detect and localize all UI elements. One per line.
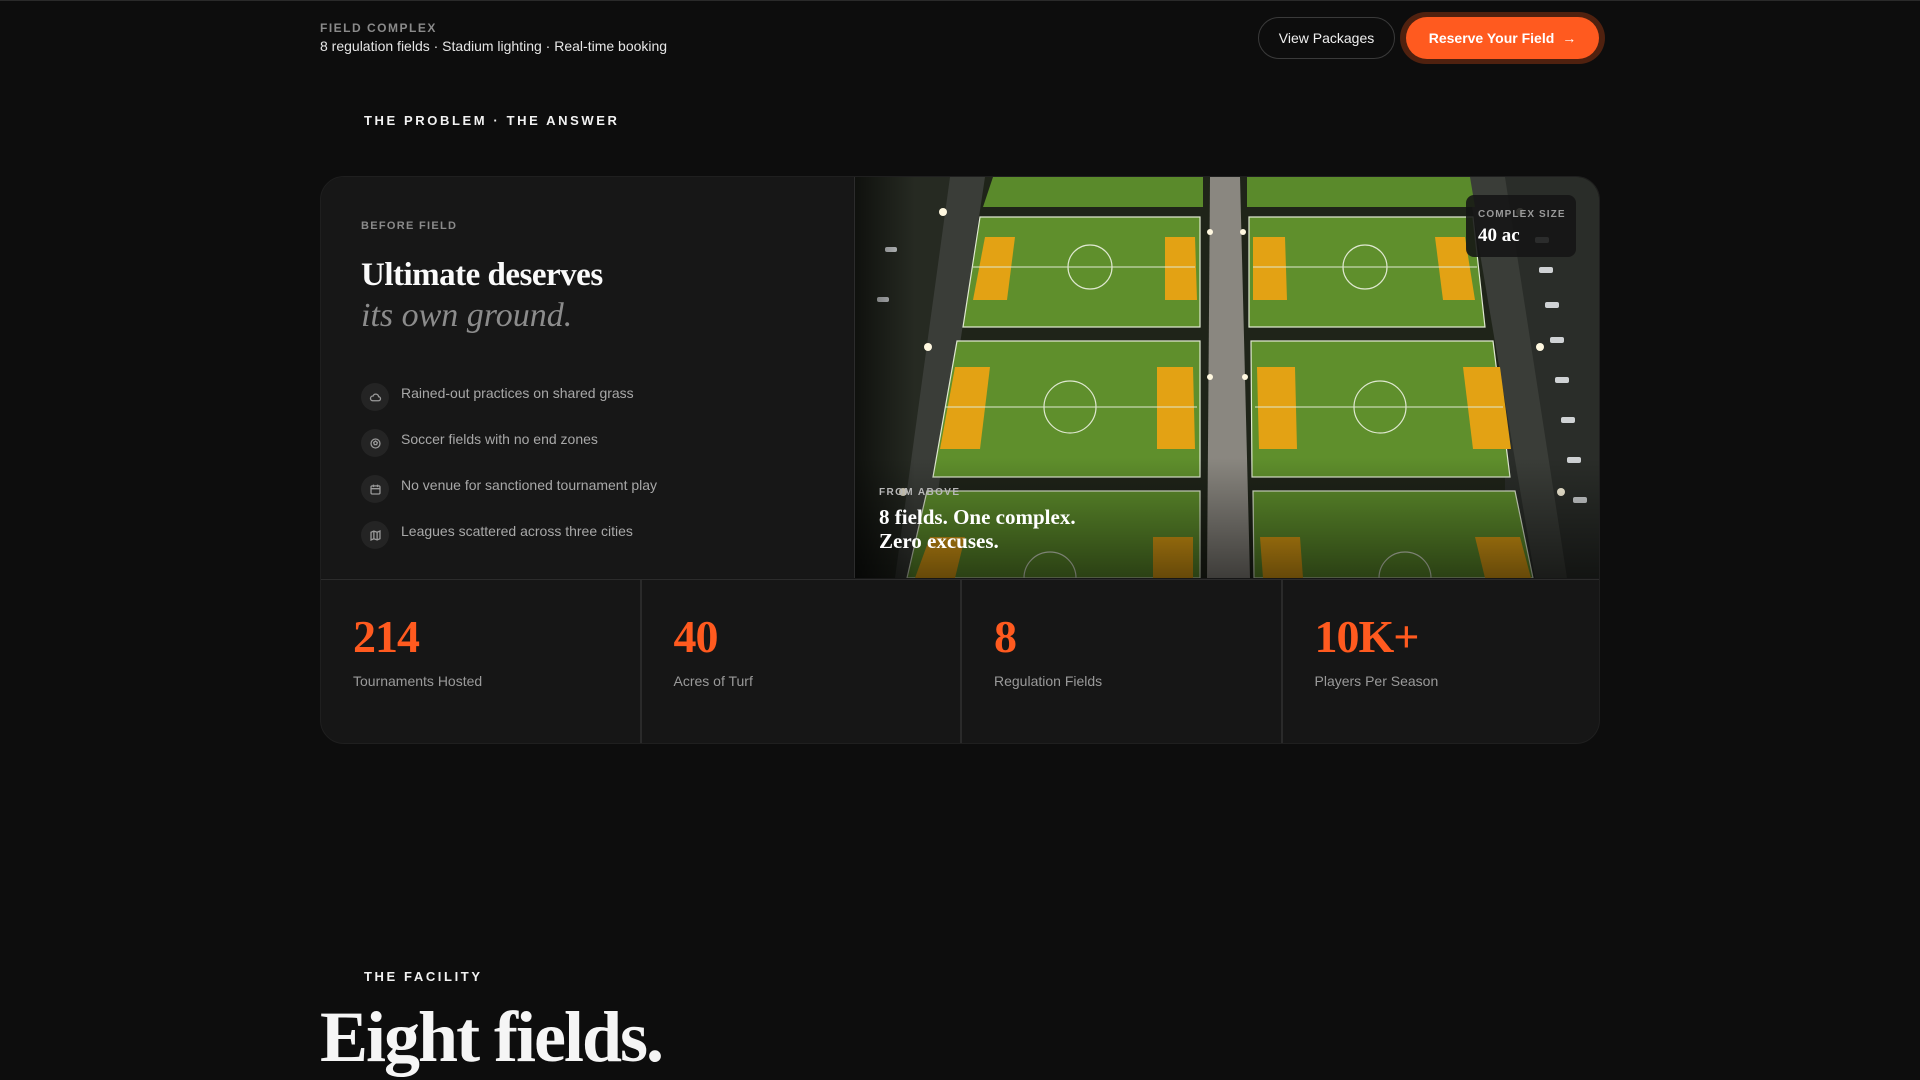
reserve-field-button[interactable]: Reserve Your Field → <box>1406 17 1599 59</box>
arrow-right-icon: → <box>1562 30 1577 46</box>
before-panel: BEFORE FIELD Ultimate deserves its own g… <box>321 177 853 578</box>
stat-value: 10K+ <box>1314 611 1420 662</box>
stat-players: 10K+ Players Per Season <box>1283 580 1600 743</box>
photo-caption-label: FROM ABOVE <box>879 487 961 498</box>
header-eyebrow: FIELD COMPLEX <box>320 21 437 35</box>
map-icon <box>361 521 389 549</box>
aerial-photo: COMPLEX SIZE 40 ac FROM ABOVE 8 fields. … <box>854 177 1599 578</box>
header-subtitle: 8 regulation fields · Stadium lighting ·… <box>320 38 668 54</box>
pain-point-list: Rained-out practices on shared grass Soc… <box>361 370 657 554</box>
pain-point-text: Soccer fields with no end zones <box>401 431 598 447</box>
stat-label: Tournaments Hosted <box>353 673 483 689</box>
problem-section-eyebrow: THE PROBLEM · THE ANSWER <box>364 113 620 128</box>
stat-value: 214 <box>353 611 420 662</box>
pain-point-text: Rained-out practices on shared grass <box>401 385 634 401</box>
view-packages-button[interactable]: View Packages <box>1258 17 1395 59</box>
stat-label: Players Per Season <box>1314 673 1439 689</box>
facility-title: Eight fields. <box>320 997 664 1077</box>
photo-caption-title: 8 fields. One complex. Zero excuses. <box>879 505 1179 553</box>
stat-fields: 8 Regulation Fields <box>962 580 1283 743</box>
stat-acres: 40 Acres of Turf <box>642 580 962 743</box>
stat-value: 40 <box>673 611 719 662</box>
badge-label: COMPLEX SIZE <box>1478 209 1566 220</box>
complex-size-badge: COMPLEX SIZE 40 ac <box>1466 195 1576 257</box>
stat-value: 8 <box>994 611 1017 662</box>
stat-tournaments: 214 Tournaments Hosted <box>321 580 642 743</box>
stat-label: Regulation Fields <box>994 673 1103 689</box>
problem-title: Ultimate deserves <box>361 257 603 293</box>
list-item: Leagues scattered across three cities <box>361 508 657 554</box>
list-item: Soccer fields with no end zones <box>361 416 657 462</box>
caption-line-1: 8 fields. One complex. <box>879 505 1076 529</box>
badge-value: 40 ac <box>1478 225 1520 246</box>
before-label: BEFORE FIELD <box>361 220 458 232</box>
caption-line-2: Zero excuses. <box>879 529 999 553</box>
list-item: No venue for sanctioned tournament play <box>361 462 657 508</box>
soccer-ball-icon <box>361 429 389 457</box>
list-item: Rained-out practices on shared grass <box>361 370 657 416</box>
top-border <box>0 0 1920 1</box>
pain-point-text: No venue for sanctioned tournament play <box>401 477 658 493</box>
reserve-button-label: Reserve Your Field <box>1428 30 1555 46</box>
stat-label: Acres of Turf <box>673 673 753 689</box>
calendar-icon <box>361 475 389 503</box>
pain-point-text: Leagues scattered across three cities <box>401 523 633 539</box>
problem-subtitle: its own ground. <box>361 297 573 334</box>
stats-row: 214 Tournaments Hosted 40 Acres of Turf … <box>321 579 1600 743</box>
problem-answer-card: BEFORE FIELD Ultimate deserves its own g… <box>320 176 1600 744</box>
cloud-icon <box>361 383 389 411</box>
facility-section-eyebrow: THE FACILITY <box>364 969 483 984</box>
